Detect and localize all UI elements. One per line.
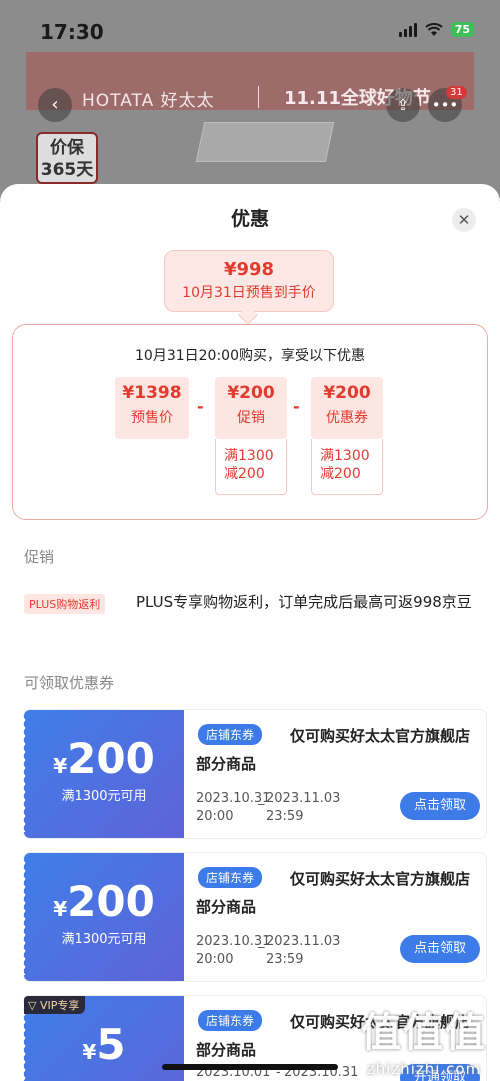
coupon-label: 优惠券 xyxy=(326,410,368,426)
vip-icon: ▽ xyxy=(28,999,40,1012)
presale-price-item: ¥1398 预售价 xyxy=(115,377,189,439)
offers-sheet: 优惠 ✕ ¥998 10月31日预售到手价 10月31日20:00购买，享受以下… xyxy=(0,184,500,1081)
promotion-value: ¥200 xyxy=(227,383,275,403)
coupon-amount: 5 xyxy=(96,1020,126,1069)
promotion-section-label: 促销 xyxy=(24,548,55,566)
price-calculation-box: 10月31日20:00购买，享受以下优惠 ¥1398 预售价 - ¥200 促销… xyxy=(12,324,488,520)
coupon-item: ¥200 优惠券 xyxy=(311,377,383,439)
presale-price-label: 预售价 xyxy=(131,410,173,426)
wifi-icon xyxy=(425,22,443,36)
claim-coupon-button[interactable]: 点击领取 xyxy=(400,792,480,820)
promotion-item: ¥200 促销 xyxy=(215,377,287,439)
shop-coupon-tag: 店铺东券 xyxy=(198,724,263,745)
coupon-currency: ¥ xyxy=(53,754,68,778)
final-price-amount: ¥998 xyxy=(223,259,275,280)
battery-icon: 75 xyxy=(450,22,474,37)
coupon-card: ¥200 满1300元可用 仅可购买好太太官方旗舰店部分商品 店铺东券 2023… xyxy=(23,710,486,838)
vip-exclusive-tag: ▽ VIP专享 xyxy=(24,996,86,1014)
banner-divider xyxy=(258,86,259,108)
minus-sign: - xyxy=(197,397,204,416)
sheet-title: 优惠 xyxy=(230,208,269,230)
final-price-box: ¥998 10月31日预售到手价 xyxy=(164,250,334,312)
share-icon[interactable]: ⇪ xyxy=(386,88,420,122)
site-watermark: 值值值 zhizhizhi.com xyxy=(354,1000,494,1078)
coupon-start-date: 2023.10.31 20:00 xyxy=(196,934,271,967)
minus-sign: - xyxy=(293,397,300,416)
coupon-currency: ¥ xyxy=(53,897,68,921)
product-image xyxy=(195,122,335,162)
coupon-section-label: 可领取优惠券 xyxy=(24,674,115,692)
coupon-currency: ¥ xyxy=(82,1040,97,1064)
coupon-value-panel: ¥200 满1300元可用 xyxy=(23,710,184,838)
coupon-value: ¥200 xyxy=(323,383,371,403)
coupon-amount: 200 xyxy=(67,877,155,926)
promotion-condition: 满1300 减200 xyxy=(215,439,287,495)
status-bar: 17:30 75 xyxy=(0,0,500,48)
signal-icon xyxy=(398,22,417,37)
brand-name: HOTATA 好太太 xyxy=(82,91,215,111)
coupon-amount: 200 xyxy=(67,734,155,783)
coupon-end-date: 2023.11.03 23:59 xyxy=(266,791,341,824)
close-icon[interactable]: ✕ xyxy=(452,208,476,232)
shop-coupon-tag: 店铺东券 xyxy=(198,1010,263,1031)
coupon-value-panel: ¥200 满1300元可用 xyxy=(23,853,184,981)
shop-coupon-tag: 店铺东券 xyxy=(198,867,263,888)
coupon-start-date: 2023.10.31 20:00 xyxy=(196,791,271,824)
home-indicator[interactable] xyxy=(162,1064,338,1070)
coupon-condition: 满1300 减200 xyxy=(311,439,383,495)
coupon-condition: 满1300元可用 xyxy=(61,932,147,947)
status-time: 17:30 xyxy=(40,20,104,44)
coupon-end-date: 2023.11.03 23:59 xyxy=(266,934,341,967)
calc-title: 10月31日20:00购买，享受以下优惠 xyxy=(135,348,365,364)
vip-label: VIP专享 xyxy=(39,999,80,1012)
plus-rebate-text[interactable]: PLUS专享购物返利，订单完成后最高可返998京豆 xyxy=(136,592,476,612)
notification-badge: 31 xyxy=(446,86,467,99)
coupon-date-separator: _ xyxy=(258,934,265,949)
watermark-logo: 值值值 xyxy=(361,1010,487,1056)
coupon-date-separator: _ xyxy=(258,791,265,806)
coupon-card: ¥200 满1300元可用 仅可购买好太太官方旗舰店部分商品 店铺东券 2023… xyxy=(23,853,486,981)
presale-price-value: ¥1398 xyxy=(122,383,182,403)
coupon-condition: 满1300元可用 xyxy=(61,789,147,804)
watermark-url: zhizhizhi.com xyxy=(366,1060,482,1078)
plus-rebate-tag: PLUS购物返利 xyxy=(24,594,106,614)
claim-coupon-button[interactable]: 点击领取 xyxy=(400,935,480,963)
promotion-label: 促销 xyxy=(237,410,265,426)
final-price-desc: 10月31日预售到手价 xyxy=(182,285,316,301)
price-protect-badge: 价保365天 xyxy=(36,132,98,184)
back-icon[interactable]: ‹ xyxy=(38,88,72,122)
